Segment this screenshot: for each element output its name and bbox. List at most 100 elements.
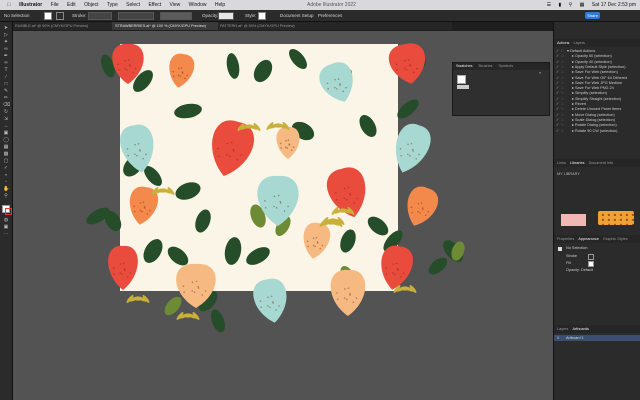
curvature-tool-icon[interactable]: ≃ [3, 61, 9, 66]
tab-layers[interactable]: Layers [574, 39, 585, 47]
menu-file[interactable]: File [51, 0, 59, 10]
tab-properties[interactable]: Properties [557, 235, 574, 243]
appearance-fill-label[interactable]: Fill [566, 261, 571, 265]
tab-artboards[interactable]: Artboards [572, 325, 588, 333]
magic-wand-tool-icon[interactable]: ✦ [3, 40, 9, 45]
tab-document-info[interactable]: Document Info [589, 159, 614, 167]
pencil-tool-icon[interactable]: ✏ [3, 96, 9, 101]
line-tool-icon[interactable]: ∕ [3, 75, 9, 80]
lasso-tool-icon[interactable]: ∞ [3, 47, 9, 52]
tab-links[interactable]: Links [557, 159, 566, 167]
fill-swatch[interactable] [44, 10, 52, 21]
battery-icon[interactable]: ▮ [558, 0, 561, 10]
rotate-tool-icon[interactable]: ↻ [3, 110, 9, 115]
mesh-tool-icon[interactable]: ▩ [3, 152, 9, 157]
stroke-swatch[interactable] [56, 10, 64, 21]
panel-none-swatch[interactable] [457, 85, 469, 89]
pen-tool-icon[interactable]: ✒ [3, 54, 9, 59]
wifi-icon[interactable]: ☰ [547, 0, 551, 10]
menu-object[interactable]: Object [84, 0, 98, 10]
menu-view[interactable]: View [170, 0, 181, 10]
tab-libraries[interactable]: Libraries [570, 159, 585, 167]
library-strawberry-graphic[interactable] [598, 211, 634, 225]
tab-layers-bottom[interactable]: Layers [557, 325, 568, 333]
panel-menu-icon[interactable]: ≡ [539, 71, 541, 75]
brush-definition-field[interactable] [160, 10, 192, 21]
tools-panel: ➤ ▷ ✦ ∞ ✒ ≃ T ∕ □ ✎ ✏ ⌫ ↻ ⇲ ↔ ▣ ◯ ▦ ▩ ▢ … [0, 22, 13, 400]
menu-type[interactable]: Type [107, 0, 118, 10]
width-tool-icon[interactable]: ↔ [3, 124, 9, 129]
eyedropper-tool-icon[interactable]: ✓ [3, 166, 9, 171]
artboard-tool-icon[interactable]: ▫ [3, 180, 9, 185]
action-label: ▸ Apply Default Style (selection) [571, 64, 626, 69]
panel-fill-swatch[interactable] [457, 75, 466, 84]
scale-tool-icon[interactable]: ⇲ [3, 117, 9, 122]
seed-dot [172, 75, 175, 78]
style-swatch[interactable] [258, 10, 266, 21]
gradient-tool-icon[interactable]: ▢ [3, 159, 9, 164]
menu-app-name[interactable]: Illustrator [19, 0, 42, 10]
clock[interactable]: Sat 17 Dec 2:53 pm [592, 0, 636, 10]
appearance-stroke-label[interactable]: Stroke [566, 254, 577, 258]
menu-effect[interactable]: Effect [148, 0, 161, 10]
shape-builder-tool-icon[interactable]: ◯ [3, 138, 9, 143]
artboard-list-item[interactable]: 1 Artboard 1 [554, 335, 640, 341]
library-group-label[interactable]: MY LIBRARY [557, 172, 580, 176]
menu-edit[interactable]: Edit [67, 0, 76, 10]
tab-actions[interactable]: Actions [557, 39, 569, 47]
menu-window[interactable]: Window [189, 0, 207, 10]
seed-dot [119, 263, 122, 265]
share-button[interactable]: Share [585, 12, 600, 19]
stroke-label: Stroke: [72, 13, 87, 18]
paintbrush-tool-icon[interactable]: ✎ [3, 89, 9, 94]
appearance-fill-swatch[interactable] [588, 261, 594, 267]
direct-selection-tool-icon[interactable]: ▷ [3, 33, 9, 38]
selection-tool-icon[interactable]: ➤ [3, 26, 9, 31]
type-tool-icon[interactable]: T [3, 68, 9, 73]
tab-symbols[interactable]: Symbols [499, 64, 514, 68]
seed-dot [319, 247, 321, 250]
document-setup-button[interactable]: Document Setup [280, 10, 314, 21]
zoom-tool-icon[interactable]: ⚲ [3, 194, 9, 199]
perspective-grid-tool-icon[interactable]: ▦ [3, 145, 9, 150]
search-icon[interactable]: ⚲ [569, 0, 573, 10]
control-center-icon[interactable]: ▦ [580, 0, 585, 10]
blend-tool-icon[interactable]: ∘ [3, 173, 9, 178]
action-label: ▸ Opacity 60 (selection) [571, 54, 612, 59]
action-item[interactable]: ✓ □ ▸ Rotate 90 CW (selection) [554, 129, 640, 134]
hand-tool-icon[interactable]: ✋ [3, 187, 9, 192]
tab-appearance[interactable]: Appearance [578, 235, 598, 243]
appearance-stroke-swatch[interactable] [588, 254, 594, 260]
stroke-color-icon[interactable] [5, 208, 12, 215]
opacity-field[interactable] [218, 10, 234, 21]
tab-graphic-styles[interactable]: Graphic Styles [603, 235, 628, 243]
screen-mode-icon[interactable]: ▣ [3, 225, 9, 230]
tab-pattern[interactable]: PATTERN.ai* @ 50% (CMYK/GPU Preview) [217, 22, 318, 30]
seed-dot [139, 202, 142, 204]
seed-dot [280, 147, 282, 149]
menu-select[interactable]: Select [126, 0, 140, 10]
drawing-mode-icon[interactable]: ◍ [3, 218, 9, 223]
tab-rumble[interactable]: RUMBLE.ai* @ 50% (CMYK/GPU Preview) [12, 22, 113, 30]
edit-toolbar-icon[interactable]: ⋯ [3, 232, 9, 237]
library-pink-swatch[interactable] [561, 214, 586, 226]
eraser-tool-icon[interactable]: ⌫ [3, 103, 10, 108]
variable-width-field[interactable] [118, 10, 154, 21]
free-transform-tool-icon[interactable]: ▣ [3, 131, 9, 136]
seed-dot [186, 74, 188, 77]
tab-strawberries[interactable]: STRAWBERRIES.ai* @ 100 % (CMYK/GPU Previ… [112, 22, 218, 30]
strawberry-shape [388, 43, 426, 84]
seed-dot [411, 148, 414, 151]
apple-icon[interactable]:  [7, 0, 11, 10]
libraries-tabs: Links Libraries Document Info [554, 159, 640, 167]
stroke-weight-field[interactable] [88, 10, 112, 21]
seed-dot [395, 262, 398, 265]
dialog-toggle-icon[interactable]: □ [561, 129, 566, 134]
seed-dot [277, 194, 280, 197]
tab-swatches[interactable]: Swatches [456, 64, 472, 68]
preferences-button[interactable]: Preferences [318, 10, 342, 21]
appearance-opacity-label[interactable]: Opacity: Default [566, 268, 593, 272]
rectangle-tool-icon[interactable]: □ [3, 82, 9, 87]
tab-brushes[interactable]: Brushes [479, 64, 493, 68]
menu-help[interactable]: Help [215, 0, 225, 10]
